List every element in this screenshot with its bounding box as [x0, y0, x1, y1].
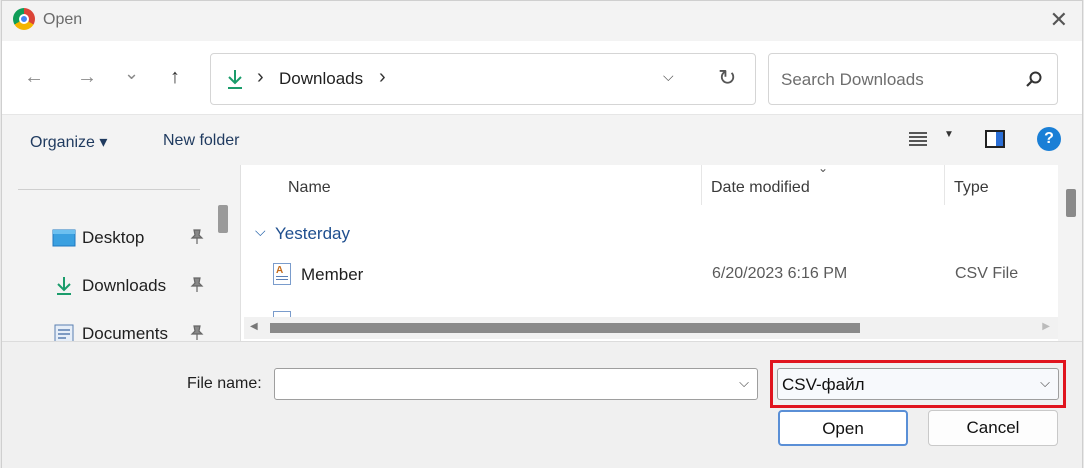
file-date-modified: 6/20/2023 6:16 PM [712, 265, 848, 282]
column-divider[interactable] [944, 165, 945, 205]
column-header-date-modified[interactable]: Date modified [711, 179, 810, 197]
back-button[interactable]: ← [24, 65, 44, 89]
scroll-right-arrow-icon[interactable]: ▶ [1042, 321, 1050, 332]
sidebar-scrollbar[interactable] [218, 205, 228, 233]
navigation-pane: Desktop Downloads Documents [2, 165, 234, 344]
organize-button[interactable]: Organize ▾ [30, 132, 107, 152]
pin-icon [190, 277, 204, 296]
search-input[interactable]: Search Downloads [768, 53, 1058, 105]
navigation-bar: ← → ⌄ ↑ › Downloads › ⌵ ↻ Search Downloa… [2, 41, 1082, 115]
download-icon [228, 70, 242, 89]
column-divider[interactable] [701, 165, 702, 205]
chevron-down-icon[interactable]: ⌵ [1040, 375, 1050, 391]
forward-button[interactable]: → [77, 65, 97, 89]
cancel-button[interactable]: Cancel [928, 410, 1058, 446]
command-bar: Organize ▾ New folder ▼ ? [2, 115, 1082, 165]
sidebar-item-label: Downloads [82, 276, 167, 295]
file-name-field[interactable]: ⌵ [274, 368, 758, 400]
download-icon [57, 277, 71, 295]
up-button[interactable]: ↑ [170, 65, 180, 89]
open-file-dialog: Open ✕ ← → ⌄ ↑ › Downloads › ⌵ ↻ Search … [1, 0, 1083, 468]
breadcrumb-downloads[interactable]: Downloads [279, 69, 363, 89]
column-header-name[interactable]: Name [288, 179, 331, 197]
vertical-scroll-thumb[interactable] [1066, 189, 1076, 217]
view-options-icon[interactable] [908, 131, 928, 147]
file-type-value: CSV-файл [782, 375, 865, 394]
file-list: ⌄ Name Date modified Type ⌵ Yesterday Me… [240, 165, 1058, 341]
help-icon[interactable]: ? [1037, 127, 1061, 151]
sidebar-divider [18, 189, 200, 190]
table-row[interactable]: Member 6/20/2023 6:16 PM CSV File [241, 261, 1058, 291]
horizontal-scrollbar[interactable]: ◀ ▶ [244, 317, 1058, 339]
file-type-select[interactable]: CSV-файл ⌵ [777, 368, 1059, 400]
sidebar-item-downloads[interactable]: Downloads [52, 273, 212, 299]
breadcrumb-separator[interactable]: › [379, 66, 386, 89]
open-button[interactable]: Open [778, 410, 908, 446]
group-header-yesterday[interactable]: Yesterday [275, 224, 350, 244]
pin-icon [190, 229, 204, 248]
search-placeholder: Search Downloads [781, 70, 924, 89]
desktop-icon [52, 229, 76, 247]
view-dropdown-icon[interactable]: ▼ [944, 129, 954, 140]
csv-file-icon [273, 263, 291, 285]
search-icon[interactable] [1025, 70, 1043, 88]
dialog-footer: File name: ⌵ CSV-файл ⌵ Open Cancel [2, 341, 1082, 468]
refresh-icon[interactable]: ↻ [718, 65, 736, 91]
file-name-label: File name: [187, 375, 262, 392]
preview-pane-icon[interactable] [985, 130, 1005, 148]
sort-indicator-icon: ⌄ [818, 165, 829, 175]
address-bar[interactable]: › Downloads › ⌵ ↻ [210, 53, 756, 105]
file-type: CSV File [955, 265, 1019, 282]
horizontal-scroll-thumb[interactable] [270, 323, 860, 333]
sidebar-item-desktop[interactable]: Desktop [52, 225, 212, 251]
chevron-down-icon[interactable]: ⌵ [739, 375, 749, 391]
column-header-type[interactable]: Type [954, 179, 989, 197]
file-name: Member [301, 265, 364, 284]
title-bar: Open ✕ [2, 1, 1082, 41]
recent-locations-button[interactable]: ⌄ [124, 61, 139, 85]
breadcrumb-separator: › [257, 66, 264, 88]
group-collapse-chevron-icon[interactable]: ⌵ [255, 223, 266, 240]
dialog-title: Open [43, 11, 83, 28]
new-folder-button[interactable]: New folder [163, 132, 239, 150]
scroll-left-arrow-icon[interactable]: ◀ [250, 321, 258, 332]
chrome-app-icon [13, 8, 35, 30]
close-icon[interactable]: ✕ [1050, 7, 1068, 33]
sidebar-item-label: Desktop [82, 228, 145, 247]
address-history-chevron-icon[interactable]: ⌵ [663, 68, 674, 85]
